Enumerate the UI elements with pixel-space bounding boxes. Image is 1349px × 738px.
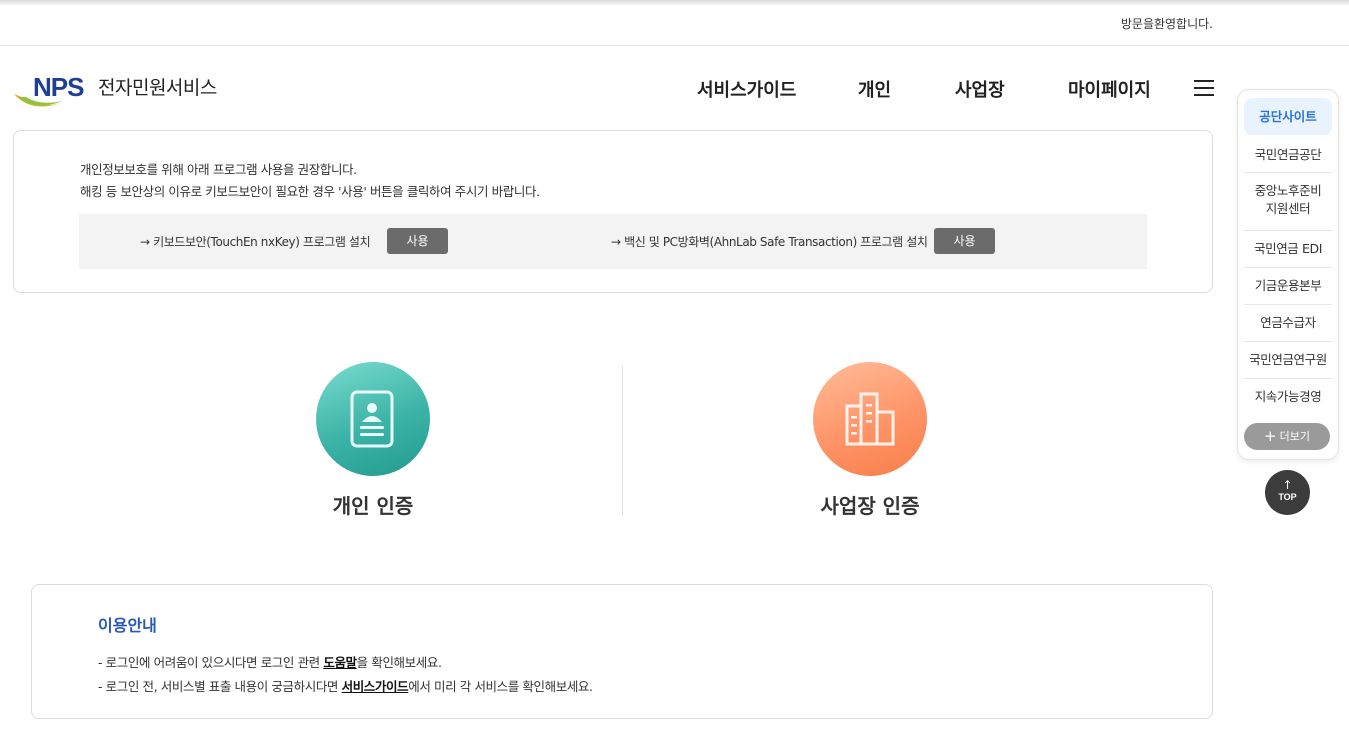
usage-guide: 이용안내 - 로그인에 어려움이 있으시다면 로그인 관련 도움말을 확인해보세… <box>31 584 1213 719</box>
plus-icon: + <box>1264 427 1277 445</box>
guide-line-1-text: - 로그인에 어려움이 있으시다면 로그인 관련 <box>98 655 324 670</box>
auth-divider <box>622 366 623 516</box>
business-auth-label: 사업장 인증 <box>820 494 920 518</box>
quick-separator <box>1244 378 1332 379</box>
business-auth-circle <box>813 362 927 476</box>
top-shadow <box>0 0 1349 6</box>
quick-separator <box>1244 341 1332 342</box>
quick-item-research[interactable]: 국민연금연구원 <box>1244 351 1332 369</box>
quick-item-edi[interactable]: 국민연금 EDI <box>1244 240 1332 258</box>
keyboard-security-use-button[interactable]: 사용 <box>387 228 448 254</box>
security-notice: 개인정보보호를 위해 아래 프로그램 사용을 권장합니다. 해킹 등 보안상의 … <box>13 130 1213 293</box>
more-button[interactable]: + 더보기 <box>1244 423 1330 450</box>
hamburger-menu-icon[interactable] <box>1194 80 1214 96</box>
header-divider <box>0 45 1349 46</box>
guide-line-1: - 로그인에 어려움이 있으시다면 로그인 관련 도움말을 확인해보세요. <box>98 652 442 671</box>
welcome-text: 방문을환영합니다. <box>1120 17 1213 31</box>
personal-auth[interactable]: 개인 인증 <box>273 362 473 519</box>
keyboard-security-label: → 키보드보안(TouchEn nxKey) 프로그램 설치 <box>140 235 371 249</box>
business-auth[interactable]: 사업장 인증 <box>770 362 970 519</box>
quick-menu-title[interactable]: 공단사이트 <box>1244 98 1332 135</box>
quick-separator <box>1244 304 1332 305</box>
quick-separator <box>1244 267 1332 268</box>
quick-item-nps[interactable]: 국민연금공단 <box>1244 146 1332 164</box>
quick-item-sustainability[interactable]: 지속가능경영 <box>1244 388 1332 406</box>
nav-business[interactable]: 사업장 <box>955 76 1005 102</box>
more-button-label: 더보기 <box>1279 430 1310 443</box>
security-program-panel: → 키보드보안(TouchEn nxKey) 프로그램 설치 사용 → 백신 및… <box>79 214 1147 269</box>
quick-item-fund[interactable]: 기금운용본부 <box>1244 277 1332 295</box>
scroll-top-button[interactable]: ↑ TOP <box>1265 470 1310 515</box>
service-guide-link[interactable]: 서비스가이드 <box>342 679 409 694</box>
nav-service-guide[interactable]: 서비스가이드 <box>697 76 796 102</box>
personal-auth-circle <box>316 362 430 476</box>
security-line-1: 개인정보보호를 위해 아래 프로그램 사용을 권장합니다. <box>80 162 357 177</box>
top-button-label: TOP <box>1278 492 1297 502</box>
quick-menu: 공단사이트 국민연금공단 중앙노후준비 지원센터 국민연금 EDI 기금운용본부… <box>1237 89 1339 460</box>
nps-logo[interactable]: NPS 전자민원서비스 <box>12 70 242 114</box>
vaccine-firewall-label: → 백신 및 PC방화벽(AhnLab Safe Transaction) 프로… <box>611 235 928 249</box>
quick-separator <box>1244 230 1332 231</box>
nav-mypage[interactable]: 마이페이지 <box>1068 76 1151 102</box>
logo-nps-text: NPS <box>33 72 84 102</box>
quick-separator <box>1244 172 1332 173</box>
security-line-2: 해킹 등 보안상의 이유로 키보드보안이 필요한 경우 '사용' 버튼을 클릭하… <box>80 184 540 199</box>
arrow-up-icon: ↑ <box>1282 478 1293 492</box>
guide-line-2-text: - 로그인 전, 서비스별 표출 내용이 궁금하시다면 <box>98 679 342 694</box>
vaccine-firewall-use-button[interactable]: 사용 <box>934 228 995 254</box>
personal-auth-label: 개인 인증 <box>332 494 414 518</box>
quick-item-retirement-center[interactable]: 중앙노후준비 지원센터 <box>1244 182 1332 218</box>
guide-line-2-tail: 에서 미리 각 서비스를 확인해보세요. <box>408 679 593 694</box>
nav-personal[interactable]: 개인 <box>858 76 891 102</box>
guide-line-2: - 로그인 전, 서비스별 표출 내용이 궁금하시다면 서비스가이드에서 미리 … <box>98 676 593 695</box>
quick-item-pensioner[interactable]: 연금수급자 <box>1244 314 1332 332</box>
usage-guide-title: 이용안내 <box>98 616 157 635</box>
building-icon <box>845 392 895 446</box>
id-card-icon <box>350 390 394 448</box>
guide-line-1-tail: 을 확인해보세요. <box>356 655 442 670</box>
site-title: 전자민원서비스 <box>98 77 217 99</box>
help-link[interactable]: 도움말 <box>323 655 357 670</box>
